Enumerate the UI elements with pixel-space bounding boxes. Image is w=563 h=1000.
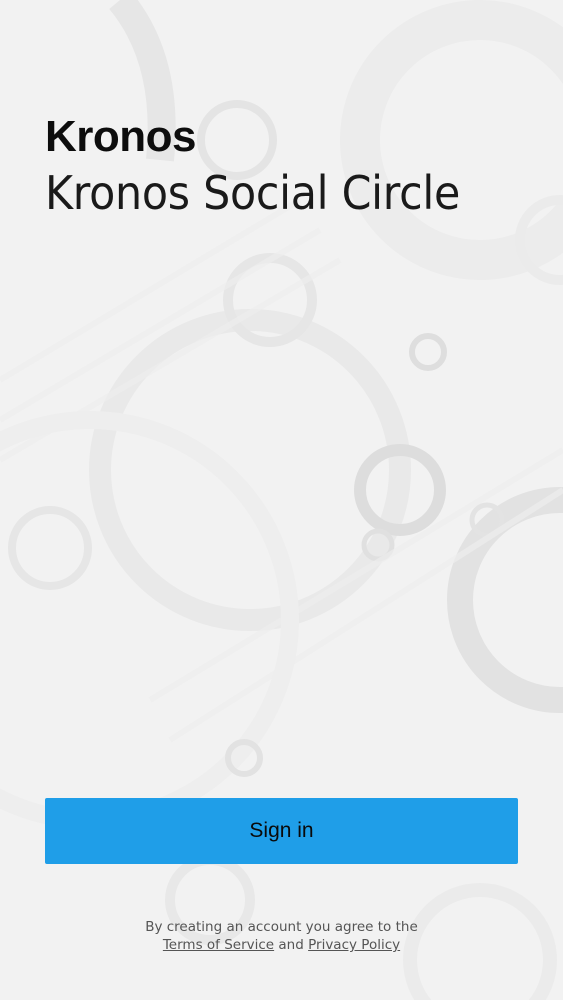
app-subtitle: Kronos Social Circle [45, 166, 461, 220]
privacy-policy-link[interactable]: Privacy Policy [308, 937, 400, 953]
app-name: Kronos [45, 112, 197, 161]
terms-of-service-link[interactable]: Terms of Service [163, 937, 274, 953]
legal-notice: By creating an account you agree to the … [0, 918, 563, 954]
legal-conjunction: and [278, 937, 304, 953]
sign-in-screen: Kronos Kronos Social Circle Sign in By c… [0, 0, 563, 1000]
legal-line-1: By creating an account you agree to the [145, 919, 418, 935]
legal-line-2: Terms of Service and Privacy Policy [0, 936, 563, 954]
sign-in-button[interactable]: Sign in [45, 798, 518, 864]
